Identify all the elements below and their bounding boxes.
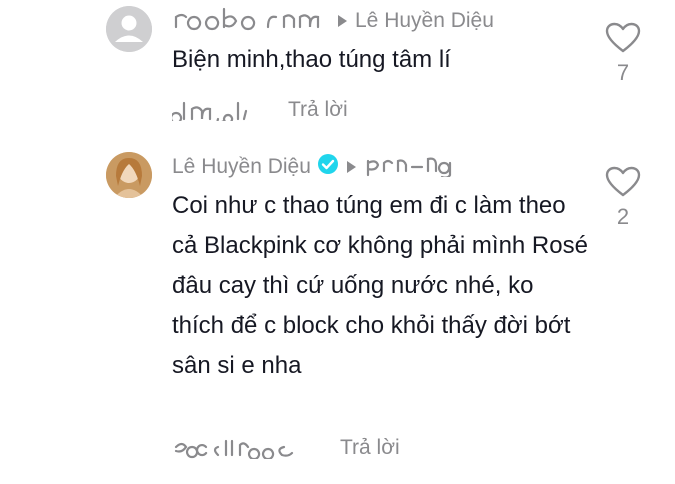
- redacted-timestamp: [169, 95, 248, 126]
- profile-photo-icon: [106, 152, 152, 198]
- reply-arrow-icon: [346, 155, 356, 179]
- like-count: 2: [616, 204, 630, 229]
- heart-outline-icon[interactable]: [605, 166, 641, 198]
- comment-item: Lê Huyền Diệu Coi như c thao túng em đi …: [0, 140, 675, 484]
- comment-header: Lê Huyền Diệu: [172, 152, 454, 182]
- comment-meta: Trả lời: [169, 95, 348, 126]
- comment-text: Biện minh,thao túng tâm lí: [172, 46, 451, 73]
- redacted-username: [364, 151, 454, 183]
- comment-item: Lê Huyền Diệu Biện minh,thao túng tâm lí…: [0, 0, 675, 140]
- comment-header: Lê Huyền Diệu: [172, 6, 494, 36]
- author-name[interactable]: Lê Huyền Diệu: [172, 155, 311, 179]
- like-control: 7: [596, 22, 650, 86]
- user-avatar-icon: [106, 6, 152, 52]
- avatar[interactable]: [106, 6, 152, 52]
- redacted-timestamp: [172, 433, 300, 464]
- reply-button[interactable]: Trả lời: [288, 98, 348, 122]
- verified-badge-icon: [317, 153, 339, 181]
- reply-arrow-icon: [338, 9, 347, 33]
- reply-button[interactable]: Trả lời: [340, 436, 400, 460]
- comment-text: Coi như c thao túng em đi c làm theo cả …: [172, 192, 588, 379]
- like-count: 7: [616, 60, 630, 85]
- avatar[interactable]: [106, 152, 152, 198]
- redacted-username: [172, 5, 332, 37]
- reply-to-name[interactable]: Lê Huyền Diệu: [355, 9, 494, 33]
- comment-thread: Lê Huyền Diệu Biện minh,thao túng tâm lí…: [0, 0, 675, 484]
- heart-outline-icon[interactable]: [605, 22, 641, 54]
- comment-meta: Trả lời: [172, 433, 400, 463]
- like-control: 2: [596, 166, 650, 230]
